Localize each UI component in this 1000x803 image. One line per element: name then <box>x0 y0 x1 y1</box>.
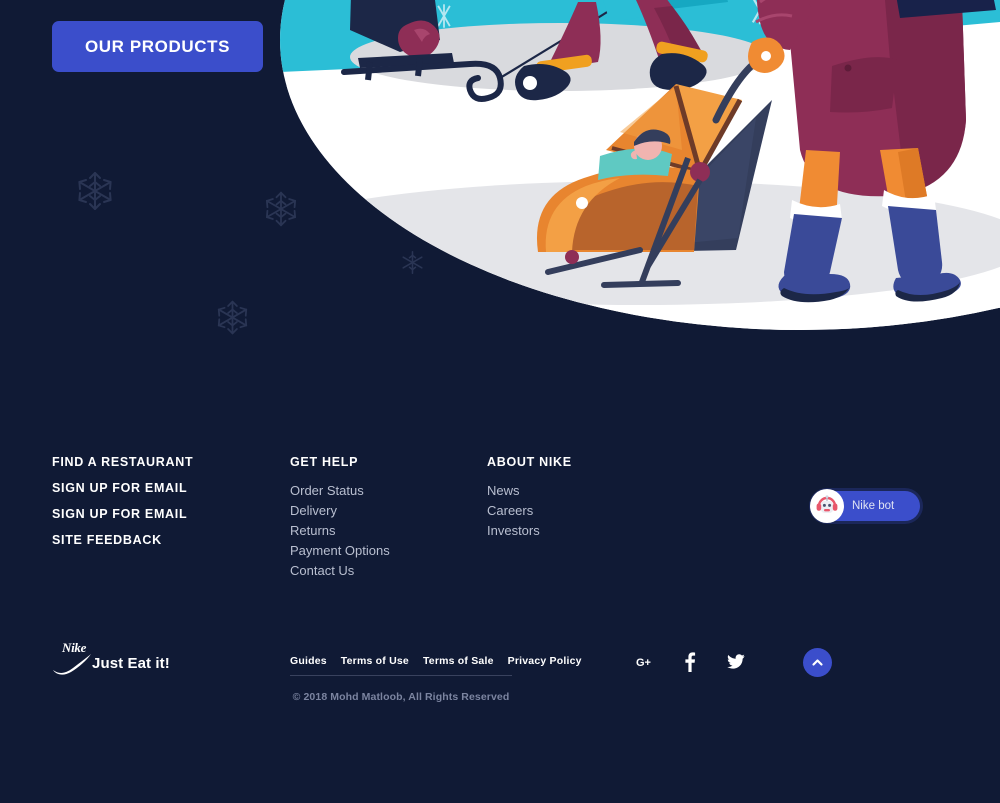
footer-link-investors[interactable]: Investors <box>487 523 572 538</box>
nike-bot-widget[interactable]: Nike bot <box>810 489 920 523</box>
nike-bot-label: Nike bot <box>852 500 895 512</box>
footer-heading-about-nike: ABOUT NIKE <box>487 455 572 469</box>
legal-links: Guides Terms of Use Terms of Sale Privac… <box>290 655 581 676</box>
sidebar-item-find-a-restaurant[interactable]: FIND A RESTAURANT <box>52 455 193 469</box>
sidebar-item-sign-up-for-email-2[interactable]: SIGN UP FOR EMAIL <box>52 507 193 521</box>
brand-tagline: Just Eat it! <box>92 655 170 672</box>
sidebar-item-sign-up-for-email-1[interactable]: SIGN UP FOR EMAIL <box>52 481 193 495</box>
copyright-text: © 2018 Mohd Matloob, All Rights Reserved <box>292 691 510 703</box>
footer-column-quick-links: FIND A RESTAURANT SIGN UP FOR EMAIL SIGN… <box>52 455 193 559</box>
brand-logo[interactable]: Nike Just Eat it! <box>52 640 252 680</box>
google-plus-icon[interactable]: G+ <box>636 654 654 670</box>
footer-heading-get-help: GET HELP <box>290 455 359 469</box>
footer-link-news[interactable]: News <box>487 483 572 498</box>
robot-headset-icon <box>810 489 844 523</box>
nike-swoosh-icon <box>53 654 91 675</box>
legal-link-terms-of-use[interactable]: Terms of Use <box>341 655 409 667</box>
svg-text:G+: G+ <box>636 657 651 669</box>
footer-link-order-status[interactable]: Order Status <box>290 483 390 498</box>
scroll-to-top-button[interactable] <box>803 648 832 677</box>
footer-link-delivery[interactable]: Delivery <box>290 503 390 518</box>
footer-link-payment-options[interactable]: Payment Options <box>290 543 390 558</box>
footer-column-get-help: GET HELP Order Status Delivery Returns P… <box>290 455 390 583</box>
footer-link-careers[interactable]: Careers <box>487 503 572 518</box>
facebook-icon[interactable] <box>684 652 696 672</box>
legal-link-terms-of-sale[interactable]: Terms of Sale <box>423 655 494 667</box>
chevron-up-icon <box>812 659 823 666</box>
our-products-button[interactable]: OUR PRODUCTS <box>52 21 263 72</box>
footer-column-about-nike: ABOUT NIKE News Careers Investors <box>487 455 572 543</box>
twitter-icon[interactable] <box>727 654 745 670</box>
page-root: OUR PRODUCTS FIND A RESTAURANT SIGN UP F… <box>0 0 1000 803</box>
legal-link-guides[interactable]: Guides <box>290 655 327 667</box>
legal-link-privacy-policy[interactable]: Privacy Policy <box>508 655 582 667</box>
sidebar-item-site-feedback[interactable]: SITE FEEDBACK <box>52 533 193 547</box>
footer-link-contact-us[interactable]: Contact Us <box>290 563 390 578</box>
footer-link-returns[interactable]: Returns <box>290 523 390 538</box>
